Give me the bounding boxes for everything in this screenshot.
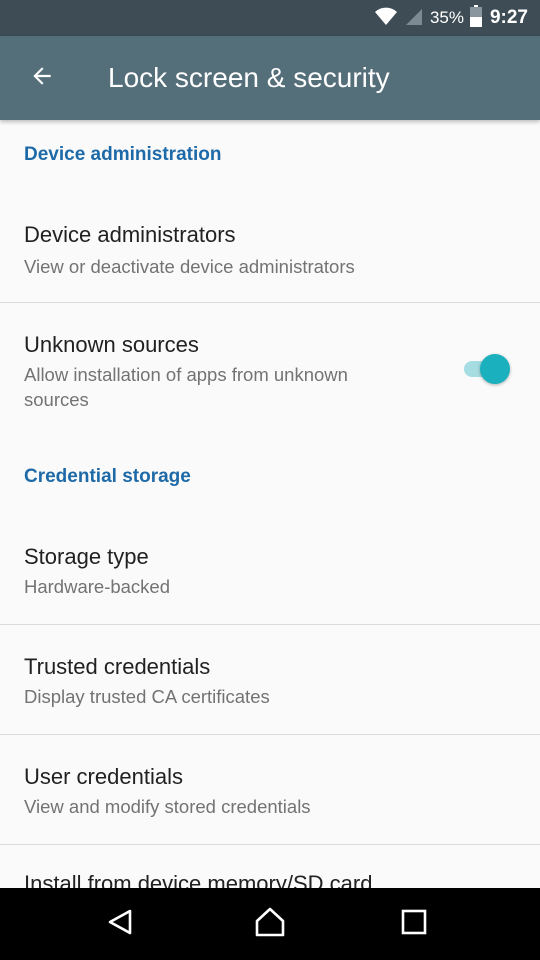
device-administrators-summary: View or deactivate device administrators <box>24 256 355 277</box>
status-icons: 35% 9:27 <box>374 0 528 36</box>
user-credentials-summary: View and modify stored credentials <box>24 796 311 817</box>
storage-type-item[interactable]: Storage type Hardware-backed <box>0 514 540 624</box>
section-header-device-administration: Device administration <box>24 144 222 165</box>
battery-icon <box>469 4 482 32</box>
triangle-back-icon <box>106 908 134 941</box>
install-from-storage-title: Install from device memory/SD card <box>24 871 373 888</box>
arrow-left-icon <box>29 63 55 94</box>
app-bar: Lock screen & security <box>0 36 540 120</box>
battery-percent: 35% <box>429 8 464 27</box>
nav-home-button[interactable] <box>225 888 315 960</box>
unknown-sources-item[interactable]: Unknown sources Allow installation of ap… <box>0 303 540 453</box>
trusted-credentials-summary: Display trusted CA certificates <box>24 686 270 707</box>
home-icon <box>254 907 286 942</box>
trusted-credentials-item[interactable]: Trusted credentials Display trusted CA c… <box>0 625 540 735</box>
storage-type-title: Storage type <box>24 544 149 569</box>
storage-type-summary: Hardware-backed <box>24 576 171 597</box>
wifi-icon <box>374 6 398 31</box>
device-administrators-title: Device administrators <box>24 222 236 247</box>
nav-back-button[interactable] <box>75 888 165 960</box>
toggle-thumb <box>480 354 510 384</box>
clock: 9:27 <box>489 7 528 28</box>
unknown-sources-title: Unknown sources <box>24 332 199 357</box>
user-credentials-item[interactable]: User credentials View and modify stored … <box>0 735 540 845</box>
navigation-bar <box>0 888 540 960</box>
back-button[interactable] <box>20 56 64 100</box>
nav-recents-button[interactable] <box>369 888 459 960</box>
square-recents-icon <box>401 909 427 940</box>
unknown-sources-summary-line2: sources <box>24 389 89 410</box>
unknown-sources-summary-line1: Allow installation of apps from unknown <box>24 364 348 385</box>
settings-list[interactable]: Device administration Device administrat… <box>0 120 540 888</box>
page-title: Lock screen & security <box>108 62 390 93</box>
section-header-credential-storage: Credential storage <box>24 466 191 487</box>
trusted-credentials-title: Trusted credentials <box>24 654 211 679</box>
device-administrators-item[interactable]: Device administrators View or deactivate… <box>0 192 540 302</box>
user-credentials-title: User credentials <box>24 764 183 789</box>
install-from-storage-item[interactable]: Install from device memory/SD card <box>0 845 540 888</box>
cellular-signal-icon <box>404 6 424 31</box>
status-bar: 35% 9:27 <box>0 0 540 36</box>
unknown-sources-toggle[interactable] <box>460 349 512 389</box>
